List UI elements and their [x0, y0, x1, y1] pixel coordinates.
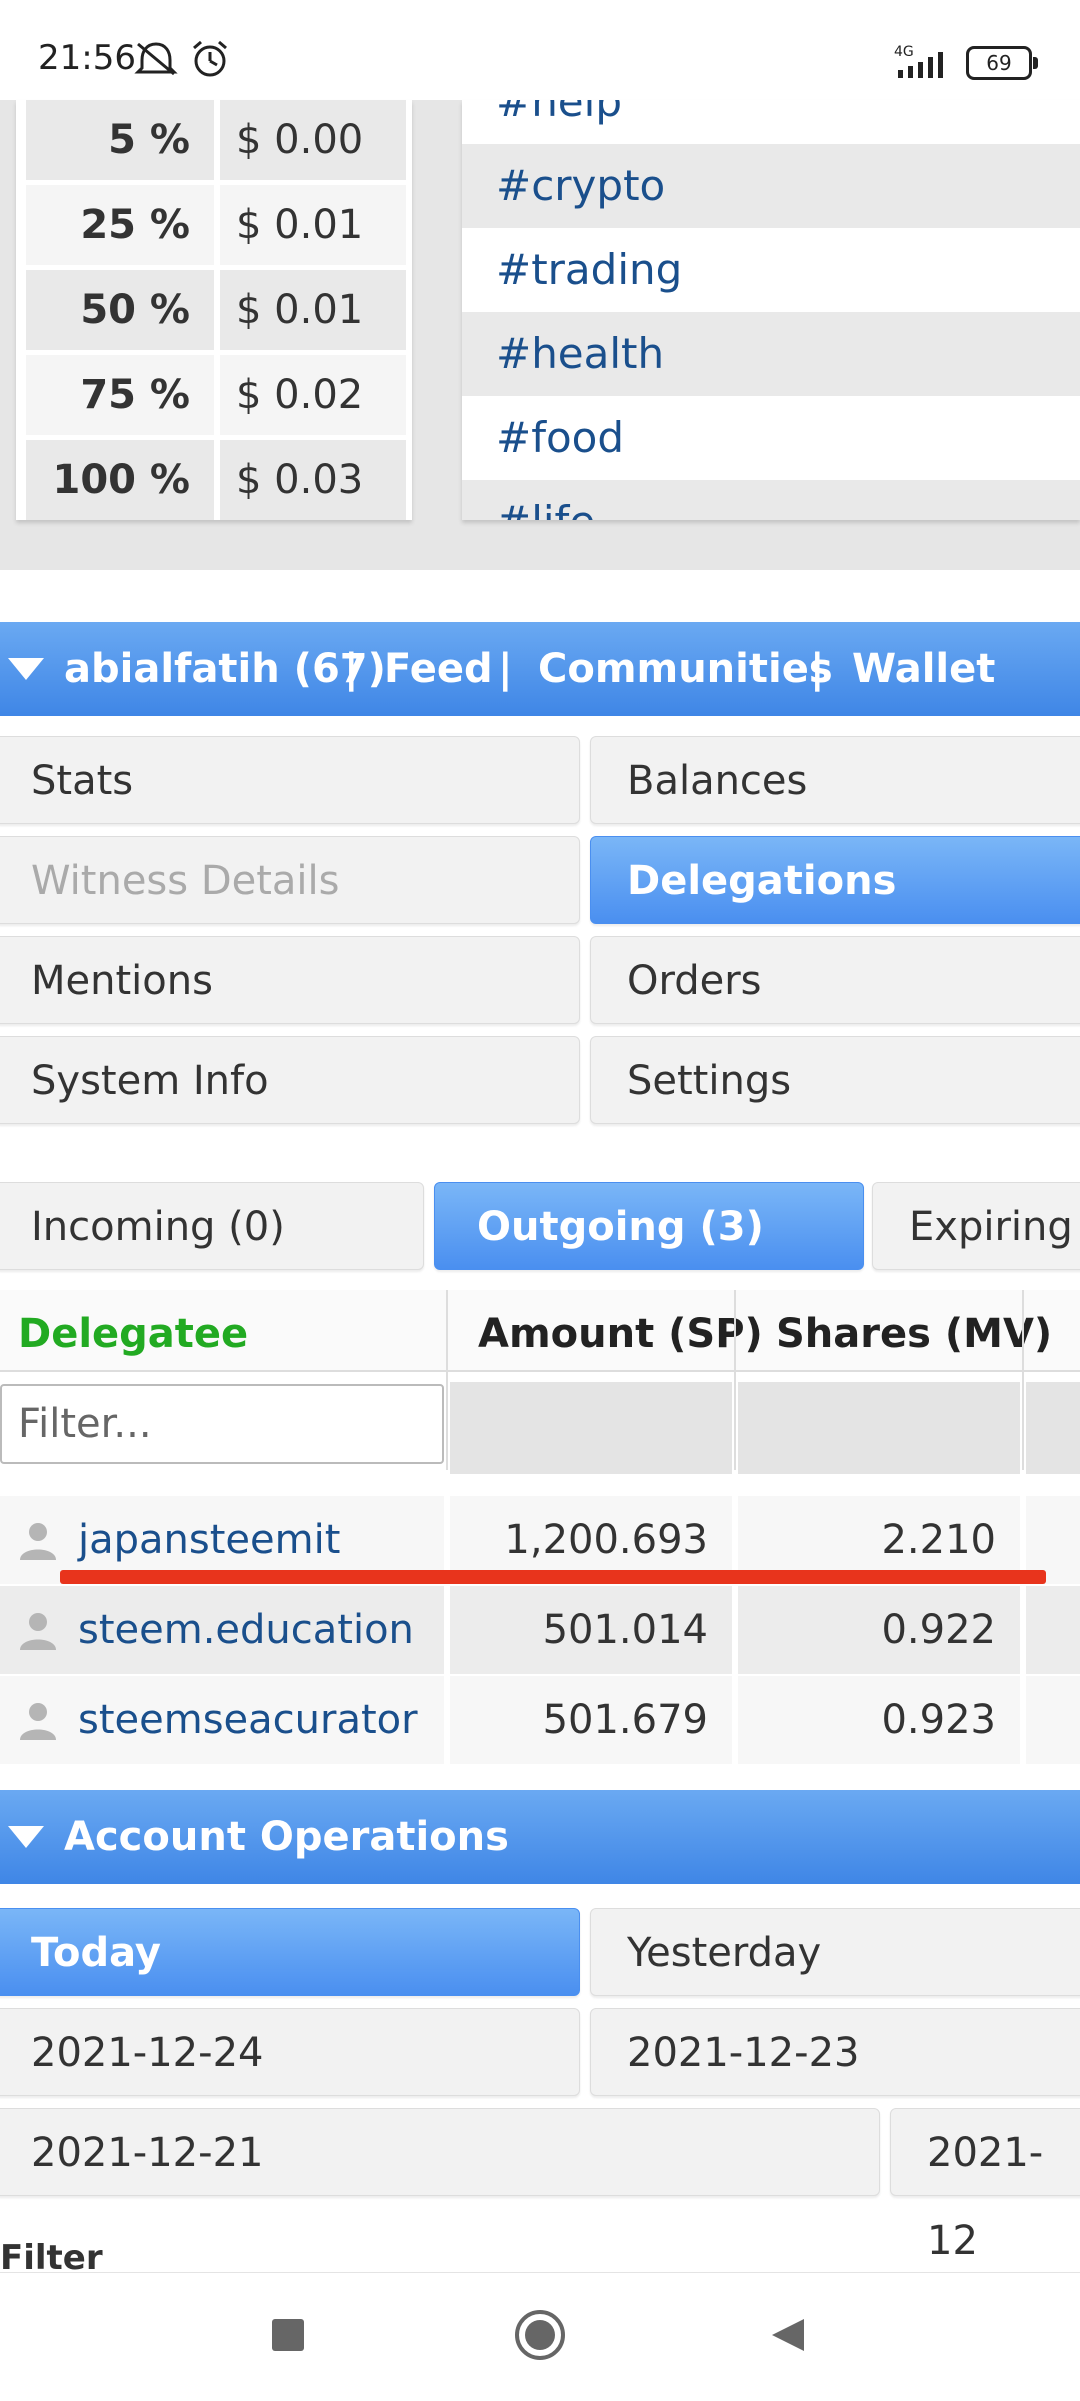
- date-button[interactable]: 2021-12-21: [0, 2108, 880, 2196]
- highlight-underline: [60, 1570, 1046, 1584]
- tag-link[interactable]: #help: [462, 100, 1080, 144]
- vote-percent: 5 %: [26, 100, 214, 180]
- mentions-button[interactable]: Mentions: [0, 936, 580, 1024]
- vote-value-table: 5 % $ 0.00 25 % $ 0.01 50 % $ 0.01 75 % …: [16, 100, 412, 520]
- user-avatar-icon: [20, 1523, 56, 1560]
- witness-details-button[interactable]: Witness Details: [0, 836, 580, 924]
- vote-value: $ 0.02: [220, 355, 406, 435]
- collapse-caret-icon[interactable]: [8, 1826, 44, 1848]
- tab-expiring[interactable]: Expiring: [872, 1182, 1080, 1270]
- vote-value-row: 75 % $ 0.02: [26, 355, 406, 435]
- column-header-delegatee[interactable]: Delegatee: [18, 1294, 248, 1374]
- shares-cell: 0.922: [738, 1586, 1020, 1674]
- shares-cell: 0.923: [738, 1676, 1020, 1764]
- date-button[interactable]: 2021-12-24: [0, 2008, 580, 2096]
- user-avatar-icon: [20, 1703, 56, 1740]
- vote-value: $ 0.01: [220, 270, 406, 350]
- delegatee-link[interactable]: steem.education: [78, 1586, 414, 1674]
- vote-value-row: 25 % $ 0.01: [26, 185, 406, 265]
- column-header-shares[interactable]: Shares (MV): [776, 1294, 1052, 1374]
- home-icon[interactable]: [514, 2309, 566, 2361]
- separator: |: [810, 646, 825, 692]
- vote-percent: 100 %: [26, 440, 214, 520]
- date-button[interactable]: 2021-12: [890, 2108, 1080, 2264]
- table-row: steem.education 501.014 0.922: [0, 1586, 1080, 1674]
- feed-link[interactable]: Feed: [384, 622, 493, 716]
- tag-link[interactable]: #trading: [462, 228, 1080, 312]
- recents-icon[interactable]: [270, 2317, 306, 2353]
- collapse-caret-icon[interactable]: [8, 658, 44, 680]
- status-time: 21:56: [38, 38, 136, 78]
- separator: |: [344, 646, 359, 692]
- status-bar: 21:56 4G 69: [0, 0, 1080, 100]
- column-divider: [734, 1290, 736, 1470]
- filter-cell: [450, 1382, 732, 1474]
- column-divider: [1022, 1290, 1024, 1470]
- tag-link[interactable]: #food: [462, 396, 1080, 480]
- battery-icon: 69: [966, 46, 1038, 80]
- tab-incoming[interactable]: Incoming (0): [0, 1182, 424, 1270]
- extra-cell: [1026, 1676, 1080, 1764]
- account-operations-title[interactable]: Account Operations: [64, 1790, 509, 1884]
- delegation-tabs: Incoming (0) Outgoing (3) Expiring: [0, 1150, 1080, 1280]
- account-nav: Stats Balances Witness Details Delegatio…: [0, 716, 1080, 1136]
- date-nav: Today Yesterday 2021-12-24 2021-12-23 20…: [0, 1884, 1080, 2264]
- vote-percent: 75 %: [26, 355, 214, 435]
- yesterday-button[interactable]: Yesterday: [590, 1908, 1080, 1996]
- back-icon[interactable]: [768, 2315, 808, 2355]
- tag-link[interactable]: #crypto: [462, 144, 1080, 228]
- tag-link[interactable]: #health: [462, 312, 1080, 396]
- date-button[interactable]: 2021-12-23: [590, 2008, 1080, 2096]
- alarm-icon: [193, 40, 227, 77]
- today-button[interactable]: Today: [0, 1908, 580, 1996]
- communities-link[interactable]: Communities: [538, 622, 833, 716]
- account-name-link[interactable]: abialfatih (67): [64, 622, 386, 716]
- signal-icon: [898, 52, 943, 78]
- amount-cell: 501.014: [450, 1586, 732, 1674]
- amount-cell: 501.679: [450, 1676, 732, 1764]
- delegatee-cell: steemseacurator: [0, 1676, 444, 1764]
- vote-percent: 25 %: [26, 185, 214, 265]
- column-divider: [446, 1290, 448, 1470]
- vote-value: $ 0.03: [220, 440, 406, 520]
- tag-link[interactable]: #life: [462, 480, 1080, 520]
- system-navigation-bar: [0, 2272, 1080, 2401]
- vote-value-row: 5 % $ 0.00: [26, 100, 406, 180]
- filter-cell: [738, 1382, 1020, 1474]
- vote-value: $ 0.00: [220, 100, 406, 180]
- wallet-link[interactable]: Wallet: [852, 622, 995, 716]
- vote-value: $ 0.01: [220, 185, 406, 265]
- delegatee-filter-input[interactable]: [0, 1384, 444, 1464]
- column-header-amount[interactable]: Amount (SP): [478, 1294, 763, 1374]
- user-avatar-icon: [20, 1613, 56, 1650]
- tab-outgoing[interactable]: Outgoing (3): [434, 1182, 864, 1270]
- filter-cell: [1026, 1382, 1080, 1474]
- delegatee-link[interactable]: steemseacurator: [78, 1676, 418, 1764]
- vote-value-row: 50 % $ 0.01: [26, 270, 406, 350]
- account-operations-bar: Account Operations: [0, 1790, 1080, 1884]
- notifications-off-icon: [134, 42, 178, 76]
- system-info-button[interactable]: System Info: [0, 1036, 580, 1124]
- extra-cell: [1026, 1586, 1080, 1674]
- tags-list: #help #crypto #trading #health #food #li…: [462, 100, 1080, 520]
- stats-button[interactable]: Stats: [0, 736, 580, 824]
- settings-button[interactable]: Settings: [590, 1036, 1080, 1124]
- vote-value-row: 100 % $ 0.03: [26, 440, 406, 520]
- vote-percent: 50 %: [26, 270, 214, 350]
- delegatee-cell: steem.education: [0, 1586, 444, 1674]
- separator: |: [498, 646, 513, 692]
- account-header-bar: abialfatih (67) | Feed | Communities | W…: [0, 622, 1080, 716]
- table-row: steemseacurator 501.679 0.923: [0, 1676, 1080, 1764]
- delegations-button[interactable]: Delegations: [590, 836, 1080, 924]
- orders-button[interactable]: Orders: [590, 936, 1080, 1024]
- balances-button[interactable]: Balances: [590, 736, 1080, 824]
